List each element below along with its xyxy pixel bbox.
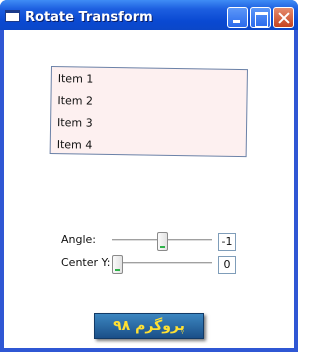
- center-y-label: Center Y:: [61, 256, 111, 269]
- list-item[interactable]: Item 1: [58, 72, 94, 86]
- list-item[interactable]: Item 2: [57, 94, 93, 108]
- rotated-list-box: Item 1 Item 2 Item 3 Item 4: [49, 66, 248, 158]
- maximize-button[interactable]: [250, 7, 271, 28]
- client-area: Item 1 Item 2 Item 3 Item 4 Angle: -1 Ce…: [4, 30, 294, 348]
- center-y-slider-track[interactable]: [112, 262, 212, 265]
- close-button[interactable]: [273, 7, 294, 28]
- center-y-slider-thumb[interactable]: [112, 255, 123, 274]
- center-y-value: 0: [218, 256, 236, 274]
- angle-label: Angle:: [61, 233, 97, 246]
- watermark-banner: پروگرم ۹۸: [94, 313, 204, 339]
- angle-slider-thumb[interactable]: [157, 232, 168, 251]
- minimize-button[interactable]: [227, 7, 248, 28]
- angle-value: -1: [218, 233, 236, 251]
- window-icon: [5, 10, 20, 22]
- window-title: Rotate Transform: [25, 10, 153, 25]
- app-window: Rotate Transform Item 1 Item 2 Item 3 It…: [0, 0, 298, 352]
- title-bar[interactable]: Rotate Transform: [0, 0, 298, 30]
- center-y-slider[interactable]: [112, 254, 212, 274]
- angle-slider[interactable]: [112, 231, 212, 251]
- list-item[interactable]: Item 4: [57, 138, 93, 152]
- list-item[interactable]: Item 3: [57, 116, 93, 130]
